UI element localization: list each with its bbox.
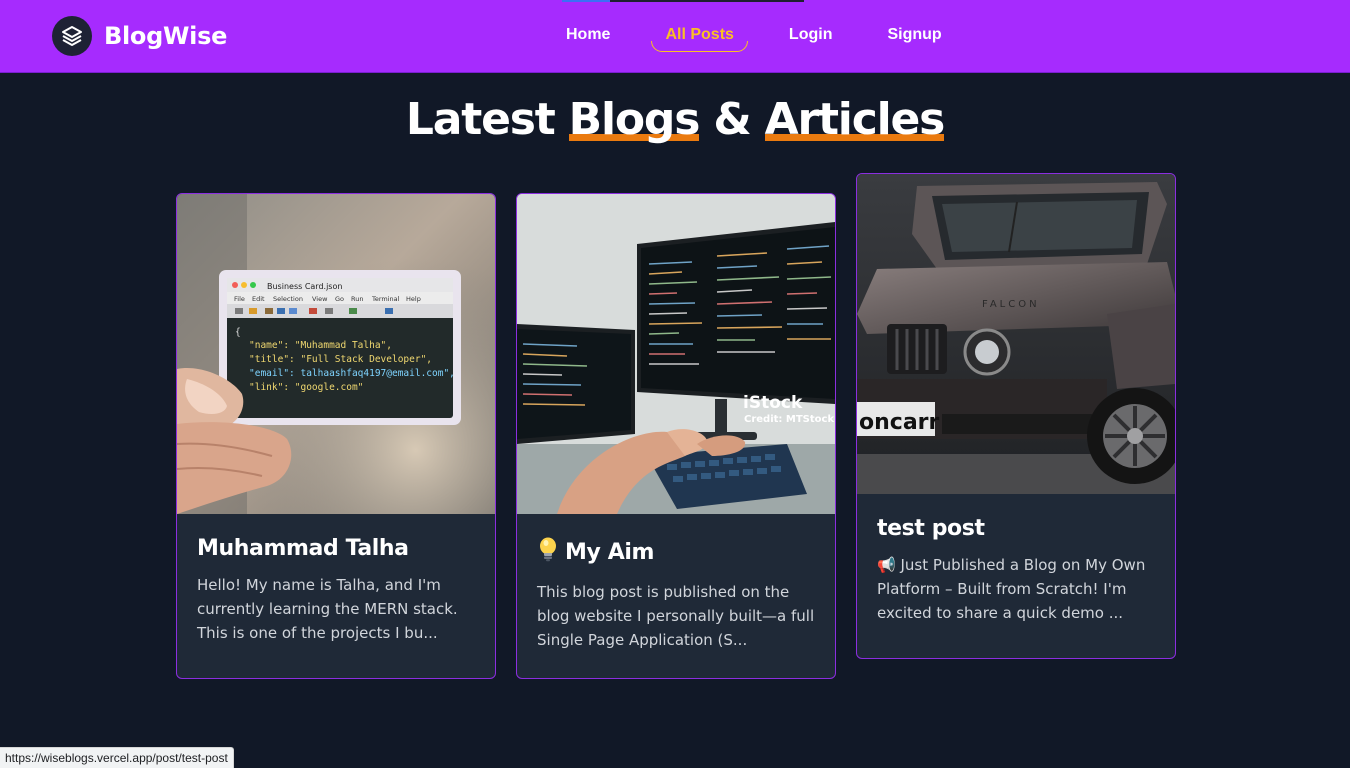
layers-icon: [52, 16, 92, 56]
navbar: BlogWise Home All Posts Login Signup: [0, 0, 1350, 73]
post-card-muhammad-talha[interactable]: Business Card.json File Edit Selection V…: [176, 193, 496, 679]
menu-edit: Edit: [252, 295, 265, 303]
post-card-body: test post 📢 Just Published a Blog on My …: [857, 494, 1175, 625]
menu-help: Help: [406, 295, 421, 303]
post-card-test-post[interactable]: FALCON oncarr test post 📢 Just Published…: [856, 173, 1176, 659]
post-title-text: Muhammad Talha: [197, 536, 409, 561]
code-line-3: "title": "Full Stack Developer",: [249, 354, 432, 365]
post-title: test post: [877, 516, 1155, 541]
post-image-coding-desk: iStock Credit: MTStock: [517, 194, 835, 514]
istock-credit: Credit: MTStock: [744, 414, 834, 425]
post-card-my-aim[interactable]: iStock Credit: MTStock My Aim This blog …: [516, 193, 836, 679]
nav-link-login[interactable]: Login: [775, 22, 847, 48]
post-image-business-card: Business Card.json File Edit Selection V…: [177, 194, 495, 514]
post-image-suv: FALCON oncarr: [857, 174, 1175, 494]
menu-go: Go: [335, 295, 344, 303]
post-card-body: Muhammad Talha Hello! My name is Talha, …: [177, 514, 495, 645]
svg-text:FALCON: FALCON: [982, 299, 1040, 310]
status-bar-url: https://wiseblogs.vercel.app/post/test-p…: [0, 747, 234, 768]
business-card-window-title: Business Card.json: [267, 282, 342, 291]
loading-strip: [562, 0, 804, 2]
code-line-4: "email": talhaashfaq4197@email.com",: [249, 368, 455, 379]
post-card-body: My Aim This blog post is published on th…: [517, 514, 835, 652]
license-plate-text: oncarr: [859, 410, 940, 435]
post-excerpt: Hello! My name is Talha, and I'm current…: [197, 576, 458, 642]
code-line-1: {: [235, 327, 241, 338]
nav-link-home[interactable]: Home: [552, 22, 624, 48]
post-title: My Aim: [537, 536, 815, 568]
post-title: Muhammad Talha: [197, 536, 475, 561]
post-excerpt: This blog post is published on the blog …: [537, 583, 815, 649]
code-line-2: "name": "Muhammad Talha",: [249, 340, 392, 351]
menu-selection: Selection: [273, 295, 303, 303]
heading-part-articles: Articles: [764, 94, 945, 145]
post-excerpt: 📢 Just Published a Blog on My Own Platfo…: [877, 556, 1146, 622]
brand-name: BlogWise: [104, 22, 228, 50]
heading-part-amp: &: [699, 94, 765, 145]
heading-part-blogs: Blogs: [568, 94, 700, 145]
nav-link-all-posts[interactable]: All Posts: [651, 22, 749, 52]
nav-link-signup[interactable]: Signup: [873, 22, 955, 48]
post-title-text: test post: [877, 516, 985, 541]
istock-watermark: iStock: [743, 393, 803, 413]
menu-file: File: [234, 295, 245, 303]
nav-links: Home All Posts Login Signup: [552, 22, 956, 52]
page-title: Latest Blogs & Articles: [0, 94, 1350, 145]
menu-view: View: [312, 295, 328, 303]
menu-run: Run: [351, 295, 363, 303]
lightbulb-icon: [537, 536, 559, 568]
brand-home-link[interactable]: BlogWise: [52, 16, 227, 56]
heading-part-latest: Latest: [405, 94, 569, 145]
post-title-text: My Aim: [565, 539, 654, 565]
menu-terminal: Terminal: [371, 295, 400, 303]
code-line-5: "link": "google.com": [249, 382, 363, 393]
